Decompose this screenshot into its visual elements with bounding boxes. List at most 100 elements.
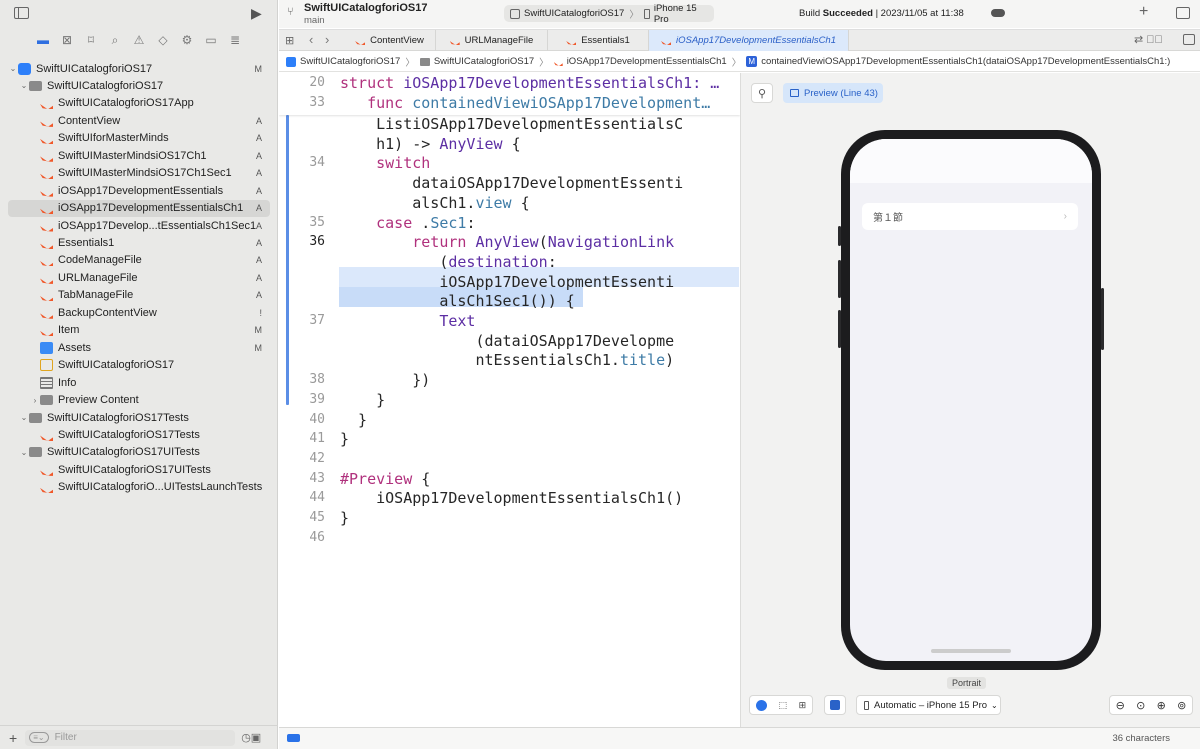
file-tree-item[interactable]: iOSApp17DevelopmentEssentialsCh1 A: [8, 199, 270, 217]
add-tab-icon[interactable]: +: [1139, 3, 1148, 21]
tab-label: URLManageFile: [464, 35, 534, 46]
folder-icon: [29, 80, 42, 91]
tab-urlmanagefile[interactable]: URLManageFile: [436, 30, 548, 51]
folder-icon[interactable]: ▬: [35, 32, 51, 48]
nav-bar: [850, 139, 1092, 183]
file-tree-item[interactable]: Assets M: [8, 339, 270, 356]
jump-item-file[interactable]: iOSApp17DevelopmentEssentialsCh1: [567, 56, 727, 67]
variants-icon[interactable]: ⊞: [799, 700, 807, 711]
filter-placeholder: Filter: [54, 732, 77, 743]
list-row[interactable]: 第１節 ›: [862, 203, 1078, 230]
file-tree-label: Essentials1: [58, 237, 115, 249]
forward-icon[interactable]: ›: [325, 32, 329, 47]
zoom-in-icon[interactable]: ⊕: [1157, 699, 1166, 712]
file-tree-item[interactable]: URLManageFile A: [8, 269, 270, 286]
file-tree-item[interactable]: ContentView A: [8, 112, 270, 129]
jump-item-method[interactable]: containedViewiOSApp17DevelopmentEssentia…: [761, 56, 1170, 67]
zoom-100-icon[interactable]: ⊙: [1136, 699, 1145, 712]
back-icon[interactable]: ‹: [309, 32, 313, 47]
destination-name: iPhone 15 Pro: [653, 2, 697, 25]
run-button[interactable]: ▶: [251, 5, 262, 22]
file-tree-item[interactable]: SwiftUIMasterMindsiOS17Ch1Sec1 A: [8, 165, 270, 182]
folder-icon: [419, 57, 430, 66]
preview-icon: [790, 89, 799, 97]
code-editor[interactable]: 20 struct iOSApp17DevelopmentEssentialsC…: [279, 73, 740, 727]
source-control-icon[interactable]: ⊠: [59, 32, 75, 48]
file-tree-item[interactable]: BackupContentView!: [8, 304, 270, 321]
disclosure-chevron-icon[interactable]: ⌄: [8, 64, 18, 73]
file-tree-item[interactable]: ⌄ SwiftUICatalogforiOS17: [8, 77, 270, 94]
scm-status-badge: A: [255, 238, 262, 248]
scheme-selector[interactable]: SwiftUICatalogforiOS17 〉 iPhone 15 Pro: [504, 2, 714, 25]
filter-field[interactable]: ≡⌄ Filter: [25, 729, 236, 746]
file-tree-item[interactable]: ⌄ SwiftUICatalogforiOS17 M: [8, 60, 270, 77]
cloud-icon[interactable]: [991, 9, 1005, 17]
preview-button[interactable]: Preview (Line 43): [783, 83, 883, 103]
editor-tab-bar: ⊞ ‹ › ContentView URLManageFile Essentia…: [279, 29, 1200, 51]
device-menu[interactable]: Automatic – iPhone 15 Pro ⌄: [856, 695, 1001, 715]
breakpoint-icon[interactable]: ▭: [203, 32, 219, 48]
iphone-frame: 第１節 ›: [838, 130, 1104, 670]
warning-icon[interactable]: ⚠: [131, 32, 147, 48]
file-tree-item[interactable]: SwiftUIMasterMindsiOS17Ch1 A: [8, 147, 270, 164]
zoom-out-icon[interactable]: ⊖: [1116, 699, 1125, 712]
file-tree-item[interactable]: SwiftUICatalogforiOS17App: [8, 95, 270, 112]
chevron-right-icon: 〉: [539, 57, 549, 69]
file-tree-item[interactable]: Info: [8, 374, 270, 391]
jump-item-folder[interactable]: SwiftUICatalogforiOS17: [434, 56, 534, 67]
file-tree-item[interactable]: ⌄ SwiftUICatalogforiOS17UITests: [8, 444, 270, 461]
inspector-toggle-icon[interactable]: [1176, 7, 1190, 19]
file-tree-item[interactable]: SwiftUICatalogforiO...UITestsLaunchTests: [8, 479, 270, 496]
grid-icon[interactable]: ⊞: [285, 34, 294, 47]
breakpoint-toggle-icon[interactable]: [287, 734, 300, 742]
recent-files-icon[interactable]: ◷▣: [241, 731, 261, 744]
file-tree-item[interactable]: SwiftUIforMasterMinds A: [8, 130, 270, 147]
play-icon[interactable]: [755, 699, 767, 711]
scm-status-badge: A: [255, 133, 262, 144]
disclosure-chevron-icon[interactable]: ⌄: [19, 81, 29, 90]
report-icon[interactable]: ≣: [227, 32, 243, 48]
tab-contentview[interactable]: ContentView: [344, 30, 436, 51]
line-number: 20: [309, 75, 325, 90]
file-tree-item[interactable]: SwiftUICatalogforiOS17Tests: [8, 426, 270, 443]
file-tree-label: SwiftUICatalogforiOS17Tests: [47, 411, 189, 424]
tab-ch1[interactable]: iOSApp17DevelopmentEssentialsCh1: [649, 30, 849, 51]
pin-button[interactable]: ⚲: [751, 83, 773, 103]
line-number: 42: [309, 450, 325, 466]
device-settings-button[interactable]: [824, 695, 846, 715]
tab-essentials1[interactable]: Essentials1: [548, 30, 649, 51]
test-icon[interactable]: ◇: [155, 32, 171, 48]
branch-name: main: [304, 15, 325, 26]
preview-label: Preview (Line 43): [804, 87, 878, 99]
file-tree-item[interactable]: ⌄ SwiftUICatalogforiOS17Tests: [8, 409, 270, 426]
file-tree-item[interactable]: SwiftUICatalogforiOS17: [8, 357, 270, 374]
func-name: containedViewiOSApp17Development…: [412, 94, 711, 112]
debug-icon[interactable]: ⚙: [179, 32, 195, 48]
file-tree-item[interactable]: › Preview Content: [8, 392, 270, 409]
code-line: (destination:: [340, 252, 557, 271]
split-editor-icon[interactable]: ⇄ ≣⃞: [1134, 33, 1163, 46]
file-tree-item[interactable]: Item M: [8, 322, 270, 339]
disclosure-chevron-icon[interactable]: ⌄: [19, 448, 29, 457]
sidebar-toggle-icon[interactable]: [14, 7, 29, 19]
disclosure-chevron-icon[interactable]: ⌄: [19, 413, 29, 422]
file-tree-item[interactable]: Essentials1 A: [8, 235, 270, 252]
add-icon[interactable]: +: [9, 730, 17, 746]
scm-status-badge: M: [254, 342, 263, 353]
file-tree-item[interactable]: TabManageFile A: [8, 287, 270, 304]
add-editor-icon[interactable]: [1183, 34, 1195, 45]
jump-item-project[interactable]: SwiftUICatalogforiOS17: [300, 56, 400, 67]
file-tree-item[interactable]: iOSApp17Develop...tEssentialsCh1Sec1 A: [8, 217, 270, 234]
file-tree-item[interactable]: SwiftUICatalogforiOS17UITests: [8, 461, 270, 478]
folder-icon: [40, 395, 53, 406]
disclosure-chevron-icon[interactable]: ›: [30, 396, 40, 405]
file-tree-label: SwiftUICatalogforiOS17: [36, 62, 153, 75]
bookmark-icon[interactable]: ⌑: [83, 32, 99, 48]
swift-icon: [566, 40, 577, 45]
file-tree-item[interactable]: iOSApp17DevelopmentEssentials A: [8, 182, 270, 199]
search-icon[interactable]: ⌕: [107, 32, 123, 48]
file-tree-item[interactable]: CodeManageFile A: [8, 252, 270, 269]
zoom-fit-icon[interactable]: ⊚: [1177, 699, 1186, 712]
selectable-icon[interactable]: ⬚: [778, 700, 787, 711]
tab-label: Essentials1: [581, 35, 630, 46]
